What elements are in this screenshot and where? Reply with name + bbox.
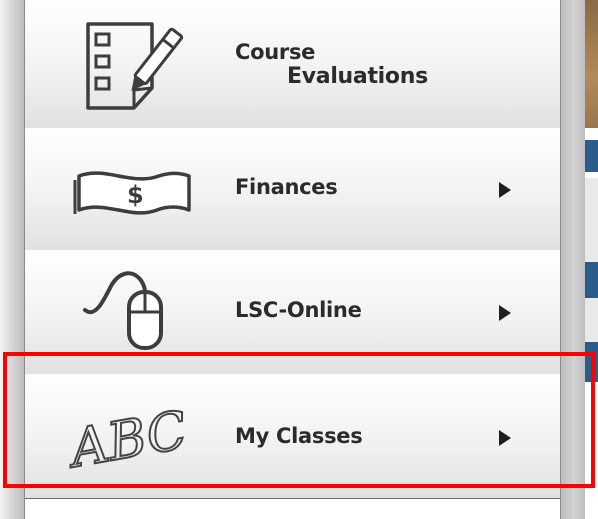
- dollar-sign: $: [127, 181, 144, 209]
- chevron-right-icon: [499, 182, 511, 198]
- menu-item-label: LSC-Online: [235, 298, 362, 322]
- dollar-bill-icon: $: [71, 168, 196, 218]
- abc-text: ABC: [62, 400, 191, 480]
- menu-item-label: Evaluations: [287, 64, 428, 89]
- menu-item-label: Finances: [235, 175, 338, 199]
- right-rail: [561, 0, 585, 519]
- computer-mouse-icon: [81, 266, 191, 361]
- left-rail: [0, 0, 24, 519]
- chevron-right-icon: [499, 305, 511, 321]
- edge-blue-tab: [585, 140, 598, 172]
- menu-item-finances[interactable]: $ Finances: [25, 128, 560, 251]
- menu-item-my-classes[interactable]: ABC My Classes: [25, 374, 560, 499]
- edge-blue-tab: [585, 342, 598, 382]
- menu-item-course-evaluations[interactable]: Course Evaluations: [25, 0, 560, 129]
- menu-item-lsc-online[interactable]: LSC-Online: [25, 250, 560, 375]
- edge-photo-strip: [585, 0, 598, 128]
- menu-item-label: My Classes: [235, 424, 363, 448]
- checklist-pen-icon: [80, 18, 190, 113]
- abc-handwriting-icon: ABC: [61, 392, 215, 481]
- chevron-right-icon: [499, 430, 511, 446]
- edge-blue-tab: [585, 262, 598, 298]
- menu-item-label: Course: [235, 40, 316, 64]
- portal-menu: Course Evaluations $ Finances LSC-Online: [24, 0, 561, 519]
